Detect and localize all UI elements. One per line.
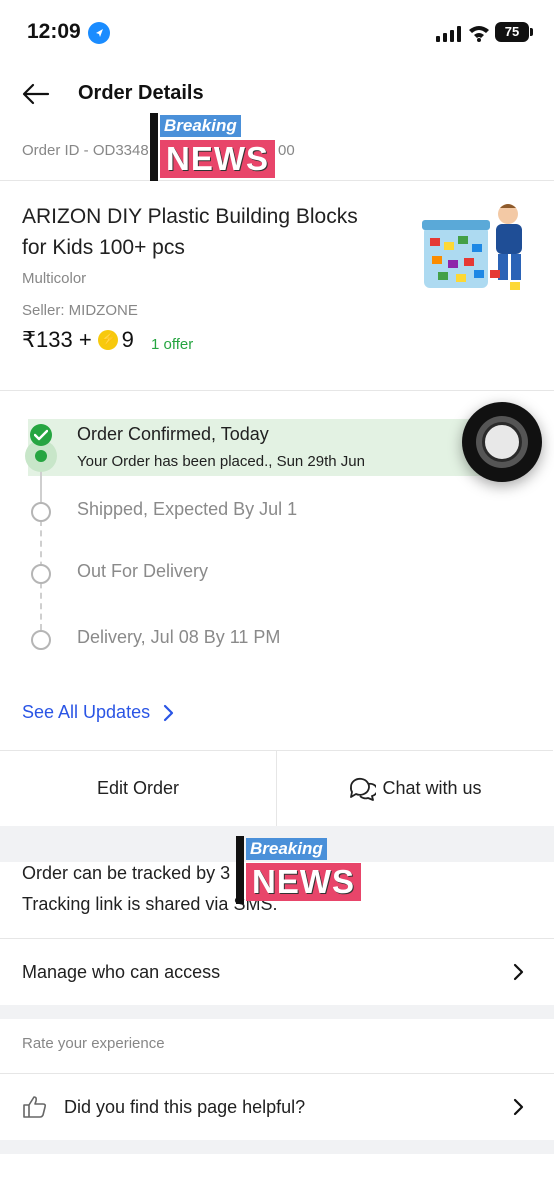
chat-with-us-label: Chat with us <box>382 778 482 798</box>
breaking-news-overlay: Breaking NEWS <box>150 113 285 183</box>
assistive-touch-core <box>482 422 522 462</box>
step-pending-circle <box>31 630 51 650</box>
see-all-updates-link[interactable]: See All Updates <box>22 702 178 723</box>
step-pending-circle <box>31 564 51 584</box>
battery-indicator: 75 <box>495 22 529 42</box>
see-all-updates-label: See All Updates <box>22 702 151 722</box>
step-confirmed-title: Order Confirmed, Today <box>77 424 269 444</box>
supercoin-value: 9 <box>121 327 134 352</box>
edit-order-label: Edit Order <box>96 778 180 798</box>
order-id: Order ID - OD3348 <box>22 142 149 159</box>
chevron-right-icon <box>513 963 524 981</box>
page-title: Order Details <box>78 82 204 104</box>
breaking-news-overlay: Breaking NEWS <box>236 836 371 906</box>
tracking-line-2: Tracking link is shared via <box>22 894 229 914</box>
news-top-label: Breaking <box>246 838 327 860</box>
product-price: ₹133 + 9 <box>22 327 134 353</box>
chevron-right-icon <box>513 1098 524 1116</box>
helpful-row[interactable]: Did you find this page helpful? <box>0 1074 554 1140</box>
divider <box>0 390 554 391</box>
product-name[interactable]: ARIZON DIY Plastic Building Blocks for K… <box>22 201 362 263</box>
step-delivery-title: Delivery, Jul 08 By 11 PM <box>77 627 281 647</box>
supercoin-icon <box>97 330 118 350</box>
chat-with-us-button[interactable]: Chat with us <box>276 751 553 826</box>
tracking-line-1: Order can be tracked by <box>22 863 216 883</box>
status-time: 12:09 <box>27 20 81 43</box>
news-bar <box>236 836 244 904</box>
price-value: ₹133 + <box>22 327 92 352</box>
order-actions: Edit Order Chat with us <box>0 750 553 827</box>
thumbs-up-icon <box>23 1096 47 1118</box>
product-image[interactable] <box>418 198 528 298</box>
wifi-icon <box>469 26 489 42</box>
news-top-label: Breaking <box>160 115 241 137</box>
step-confirmed-subtitle: Your Order has been placed., Sun 29th Ju… <box>77 453 365 470</box>
step-out-for-delivery-title: Out For Delivery <box>77 561 209 581</box>
news-main-label: NEWS <box>160 140 275 178</box>
back-arrow-icon[interactable] <box>20 80 52 108</box>
product-color: Multicolor <box>22 270 87 287</box>
helpful-label: Did you find this page helpful? <box>64 1096 306 1117</box>
manage-access-row[interactable]: Manage who can access <box>0 939 554 1005</box>
step-pending-circle <box>31 502 51 522</box>
manage-access-label: Manage who can access <box>22 961 221 982</box>
location-arrow-icon <box>88 22 110 44</box>
checkmark-icon <box>30 424 52 446</box>
cellular-signal-icon <box>436 26 461 42</box>
section-gap <box>0 1140 554 1154</box>
assistive-touch-button[interactable] <box>462 402 542 482</box>
step-shipped-title: Shipped, Expected By Jul 1 <box>77 499 298 519</box>
section-gap <box>0 1005 554 1019</box>
order-id-text: Order ID - OD3348 <box>22 142 149 159</box>
chevron-right-icon <box>163 704 174 721</box>
tracking-line-1-tail: 3 <box>220 863 231 883</box>
current-step-dot <box>35 450 47 462</box>
edit-order-button[interactable]: Edit Order <box>0 751 276 826</box>
offer-link[interactable]: 1 offer <box>151 336 193 353</box>
chat-bubbles-icon <box>350 777 377 801</box>
product-seller: Seller: MIDZONE <box>22 302 138 319</box>
news-main-label: NEWS <box>246 863 361 901</box>
news-bar <box>150 113 158 181</box>
battery-cap <box>530 28 533 36</box>
rate-heading: Rate your experience <box>22 1035 165 1052</box>
